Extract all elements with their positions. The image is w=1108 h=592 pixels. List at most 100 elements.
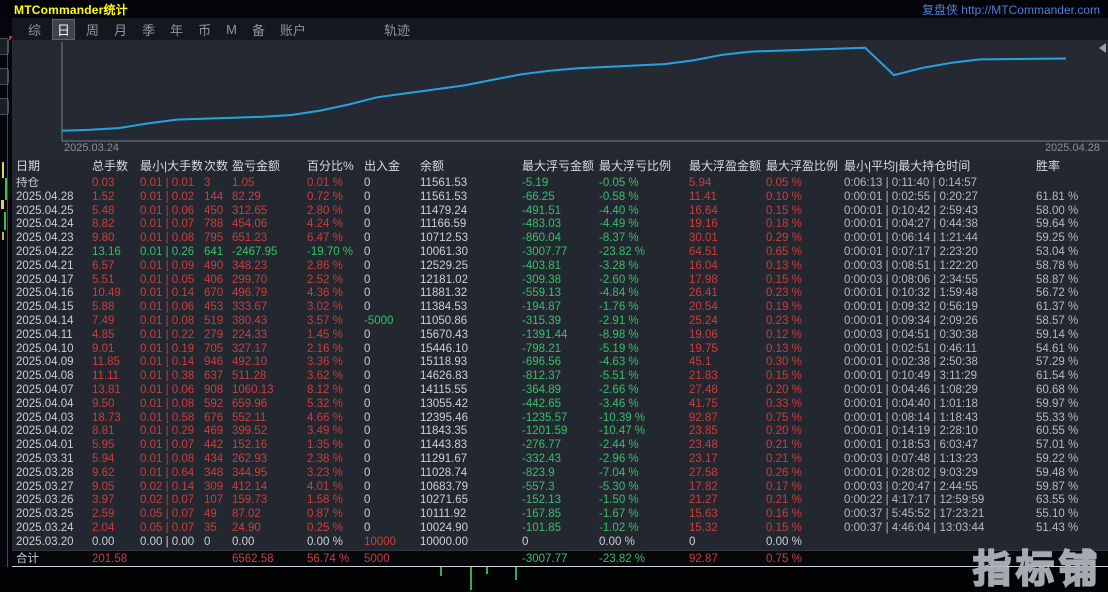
chart-start-date-label: 2025.03.24 xyxy=(64,142,120,154)
table-cell: -860.04 xyxy=(522,232,562,245)
menu-item[interactable]: 月 xyxy=(110,19,131,40)
menu-item[interactable]: 周 xyxy=(82,19,103,40)
table-cell: 0.17 % xyxy=(766,480,802,493)
table-cell: 59.97 % xyxy=(1036,397,1079,410)
table-cell: 2025.04.01 xyxy=(16,439,74,452)
table-cell: -194.87 xyxy=(522,301,562,314)
table-cell: 946 xyxy=(204,356,224,369)
table-cell: 0:00:01 | 0:18:53 | 6:03:47 xyxy=(844,439,978,452)
table-cell: 9.01 xyxy=(92,342,115,355)
menu-item[interactable]: 备 xyxy=(248,19,269,40)
chart-panel: 2025.03.24 2025.04.28 xyxy=(12,40,1108,155)
table-cell: -8.98 % xyxy=(599,328,639,341)
table-cell: 64.51 xyxy=(689,245,718,258)
table-cell: 3.36 % xyxy=(307,356,343,369)
table-cell: 4.66 % xyxy=(307,411,343,424)
table-cell: 0.15 % xyxy=(766,370,802,383)
table-cell: -823.9 xyxy=(522,466,555,479)
table-cell: 0 xyxy=(364,328,371,341)
table-cell: 0.02 | 0.14 xyxy=(140,480,195,493)
table-cell: 0.00 xyxy=(232,535,255,548)
table-cell: 0.03 xyxy=(92,177,115,189)
table-cell: 61.54 % xyxy=(1036,370,1079,383)
total-row: 合计 201.58 6562.58 56.74 % 5000 -3007.77 -23.82… xyxy=(12,549,1108,567)
table-cell: 0:00:01 | 0:10:49 | 3:11:29 xyxy=(844,370,978,383)
menu-item[interactable]: 日 xyxy=(52,18,76,40)
table-cell: 10000 xyxy=(364,535,396,548)
header-cell: 最大浮盈比例 xyxy=(766,159,839,173)
table-cell: 3 xyxy=(204,177,211,189)
table-cell: 61.37 % xyxy=(1036,301,1079,314)
table-cell: 10712.53 xyxy=(420,232,468,245)
table-cell: 11384.53 xyxy=(420,301,468,314)
menu-item[interactable]: 季 xyxy=(138,19,159,40)
table-cell: 13.81 xyxy=(92,383,121,396)
menu-item[interactable]: 轨迹 xyxy=(380,19,414,40)
table-cell: 0.01 | 0.08 xyxy=(140,314,195,327)
table-cell: 0.16 % xyxy=(766,508,802,521)
table-cell: 0 xyxy=(522,535,529,548)
table-row: 2025.03.31 5.94 0.01 | 0.08 434 262.93 2.38 %… xyxy=(12,453,1108,467)
table-cell: -0.05 % xyxy=(599,177,639,189)
table-cell: 21.83 xyxy=(689,370,718,383)
menu-item[interactable]: M xyxy=(222,21,241,38)
table-cell: 0.01 | 0.09 xyxy=(140,259,195,272)
table-cell: 26.41 xyxy=(689,287,718,300)
menu-item[interactable]: 账户 xyxy=(276,19,310,40)
table-cell: 0:00:01 | 0:04:40 | 1:01:18 xyxy=(844,397,978,410)
table-cell: 4.36 % xyxy=(307,287,343,300)
table-cell: 152.16 xyxy=(232,439,268,452)
table-cell: 59.14 % xyxy=(1036,328,1079,341)
table-cell: 0:00:01 | 0:07:17 | 2:23:20 xyxy=(844,245,978,258)
table-cell: 18.73 xyxy=(92,411,121,424)
table-cell: 2025.03.25 xyxy=(16,508,74,521)
menu-item[interactable]: 币 xyxy=(194,19,215,40)
table-cell: 10024.90 xyxy=(420,521,468,534)
volume-tick xyxy=(470,567,472,590)
table-cell: 0 xyxy=(364,273,371,286)
table-row: 2025.03.20 0.00 0.00 | 0.00 0 0.00 0.00 % 1000… xyxy=(12,536,1108,550)
table-cell: -1.50 % xyxy=(599,494,639,507)
table-cell: 344.95 xyxy=(232,466,268,479)
table-cell: 19.75 xyxy=(689,342,718,355)
table-cell: 20.54 xyxy=(689,301,718,314)
table-cell: 19.16 xyxy=(689,218,718,231)
table-cell: 0.00 % xyxy=(599,535,635,548)
table-cell: 0:00:01 | 0:02:38 | 2:50:38 xyxy=(844,356,978,369)
table-cell: 450 xyxy=(204,204,224,217)
table-cell: 92.87 xyxy=(689,552,718,565)
table-cell: 2025.03.27 xyxy=(16,480,74,493)
table-cell: 5.88 xyxy=(92,301,115,314)
table-cell: 35 xyxy=(204,521,217,534)
table-cell: -5.30 % xyxy=(599,480,639,493)
table-cell: 2.86 % xyxy=(307,259,343,272)
table-cell: 1.35 % xyxy=(307,439,343,452)
table-cell: -483.03 xyxy=(522,218,562,231)
table-cell: 262.93 xyxy=(232,452,268,465)
table-cell: 55.33 % xyxy=(1036,411,1079,424)
table-cell: 54.61 % xyxy=(1036,342,1079,355)
table-cell: 59.22 % xyxy=(1036,452,1079,465)
table-cell: 49 xyxy=(204,508,217,521)
table-cell: 795 xyxy=(204,232,224,245)
table-cell: 17.82 xyxy=(689,480,718,493)
table-cell: 55.10 % xyxy=(1036,508,1079,521)
table-cell: 2025.04.21 xyxy=(16,259,74,272)
table-cell: 45.1 xyxy=(689,356,712,369)
header-cell: 最大浮亏金额 xyxy=(522,159,595,173)
site-link[interactable]: 复盘侠 http://MTCommander.com xyxy=(922,1,1100,18)
table-cell: 3.49 % xyxy=(307,425,343,438)
table-cell: 0:00:01 | 0:02:51 | 0:46:11 xyxy=(844,342,978,355)
menu-item[interactable]: 综 xyxy=(24,19,45,40)
table-cell: 0 xyxy=(364,301,371,314)
table-cell: 0.01 | 0.06 xyxy=(140,383,195,396)
table-cell: 2025.04.10 xyxy=(16,342,74,355)
menu-item[interactable]: 年 xyxy=(166,19,187,40)
scroll-left-arrow-icon[interactable] xyxy=(1099,43,1106,53)
table-cell: 0.18 % xyxy=(766,218,802,231)
table-row: 2025.03.24 2.04 0.05 | 0.07 35 24.90 0.25 % 0 1… xyxy=(12,522,1108,536)
table-cell: 6.57 xyxy=(92,259,115,272)
table-cell: 10683.79 xyxy=(420,480,468,493)
table-cell: 1.45 % xyxy=(307,328,343,341)
table-cell: 11843.35 xyxy=(420,425,468,438)
